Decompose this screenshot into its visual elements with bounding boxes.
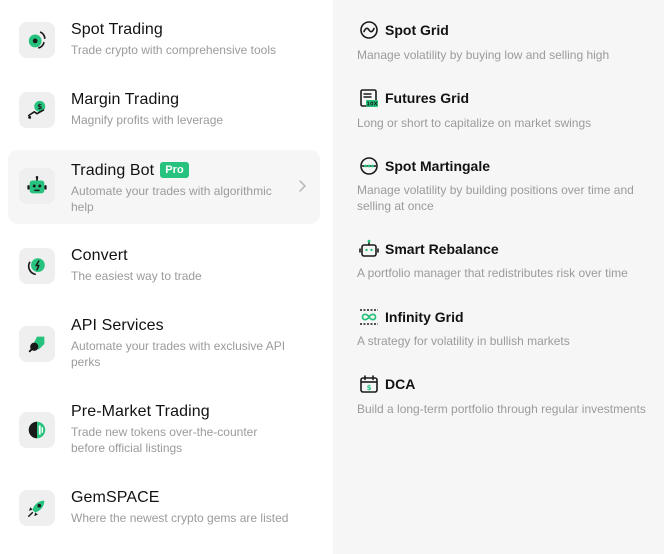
bot-item-dca[interactable]: $ DCA Build a long-term portfolio throug… xyxy=(357,374,657,418)
futures-grid-icon: 10X xyxy=(359,88,379,108)
bot-item-futures-grid[interactable]: 10X Futures Grid Long or short to capita… xyxy=(357,88,657,132)
bot-title: Spot Martingale xyxy=(385,158,491,174)
products-menu: Spot Trading Trade crypto with comprehen… xyxy=(0,0,333,554)
menu-item-description: The easiest way to trade xyxy=(71,269,202,283)
menu-item-trading-bot[interactable]: Trading Bot Pro Automate your trades with… xyxy=(8,150,320,224)
futures-grid-icon-label: 10X xyxy=(366,102,377,108)
bot-title: Smart Rebalance xyxy=(385,241,499,257)
margin-trading-icon: $ xyxy=(19,92,55,128)
bot-item-infinity-grid[interactable]: Infinity Grid A strategy for volatility … xyxy=(357,307,657,351)
menu-item-description: Automate your trades with algorithmic he… xyxy=(71,184,272,214)
menu-item-margin-trading[interactable]: $ Margin Trading Magnify profits with le… xyxy=(8,80,320,140)
calendar-dollar-icon: $ xyxy=(359,374,379,394)
menu-item-title: API Services xyxy=(71,317,164,334)
wave-icon xyxy=(359,20,379,40)
menu-item-description: Trade crypto with comprehensive tools xyxy=(71,43,276,57)
menu-item-description: Magnify profits with leverage xyxy=(71,113,224,127)
infinity-icon xyxy=(359,307,379,327)
bot-description: Build a long-term portfolio through regu… xyxy=(357,402,646,416)
menu-item-api-services[interactable]: API Services Automate your trades with e… xyxy=(8,306,320,380)
menu-item-title: Trading Bot Pro xyxy=(71,162,189,180)
menu-item-spot-trading[interactable]: Spot Trading Trade crypto with comprehen… xyxy=(8,10,320,70)
bot-item-spot-martingale[interactable]: Spot Martingale Manage volatility by bui… xyxy=(357,156,657,216)
spot-trading-icon xyxy=(19,22,55,58)
menu-item-title: Pre-Market Trading xyxy=(71,403,210,420)
svg-text:$: $ xyxy=(367,384,372,392)
api-icon xyxy=(19,326,55,362)
bot-description: Manage volatility by buying low and sell… xyxy=(357,48,610,62)
menu-item-title: Margin Trading xyxy=(71,91,180,108)
bot-title: DCA xyxy=(385,376,416,392)
menu-item-convert[interactable]: Convert The easiest way to trade xyxy=(8,236,320,296)
pro-badge: Pro xyxy=(160,162,189,178)
bot-item-spot-grid[interactable]: Spot Grid Manage volatility by buying lo… xyxy=(357,20,657,64)
bot-title: Infinity Grid xyxy=(385,309,464,325)
svg-text:$: $ xyxy=(37,102,42,111)
bot-description: Manage volatility by building positions … xyxy=(357,183,634,213)
bot-title: Futures Grid xyxy=(385,90,470,106)
bot-description: A portfolio manager that redistributes r… xyxy=(357,266,628,280)
menu-item-gemspace[interactable]: GemSPACE Where the newest crypto gems ar… xyxy=(8,478,320,538)
chevron-right-icon xyxy=(296,178,308,194)
bot-description: Long or short to capitalize on market sw… xyxy=(357,116,592,130)
menu-item-description: Where the newest crypto gems are listed xyxy=(71,511,289,525)
menu-item-title: GemSPACE xyxy=(71,489,160,506)
menu-item-title: Spot Trading xyxy=(71,21,163,38)
pre-market-icon xyxy=(19,412,55,448)
rebalance-robot-icon xyxy=(359,239,379,259)
robot-icon xyxy=(19,168,55,204)
menu-item-description: Automate your trades with exclusive API … xyxy=(71,339,286,369)
martingale-icon xyxy=(359,156,379,176)
bot-description: A strategy for volatility in bullish mar… xyxy=(357,334,570,348)
menu-item-title-text: Trading Bot xyxy=(71,162,155,179)
bot-item-smart-rebalance[interactable]: Smart Rebalance A portfolio manager that… xyxy=(357,239,657,283)
convert-icon xyxy=(19,248,55,284)
menu-item-description: Trade new tokens over-the-counter before… xyxy=(71,425,258,455)
rocket-icon xyxy=(19,490,55,526)
menu-item-pre-market-trading[interactable]: Pre-Market Trading Trade new tokens over… xyxy=(8,392,320,466)
bot-title: Spot Grid xyxy=(385,22,449,38)
menu-item-title: Convert xyxy=(71,247,128,264)
